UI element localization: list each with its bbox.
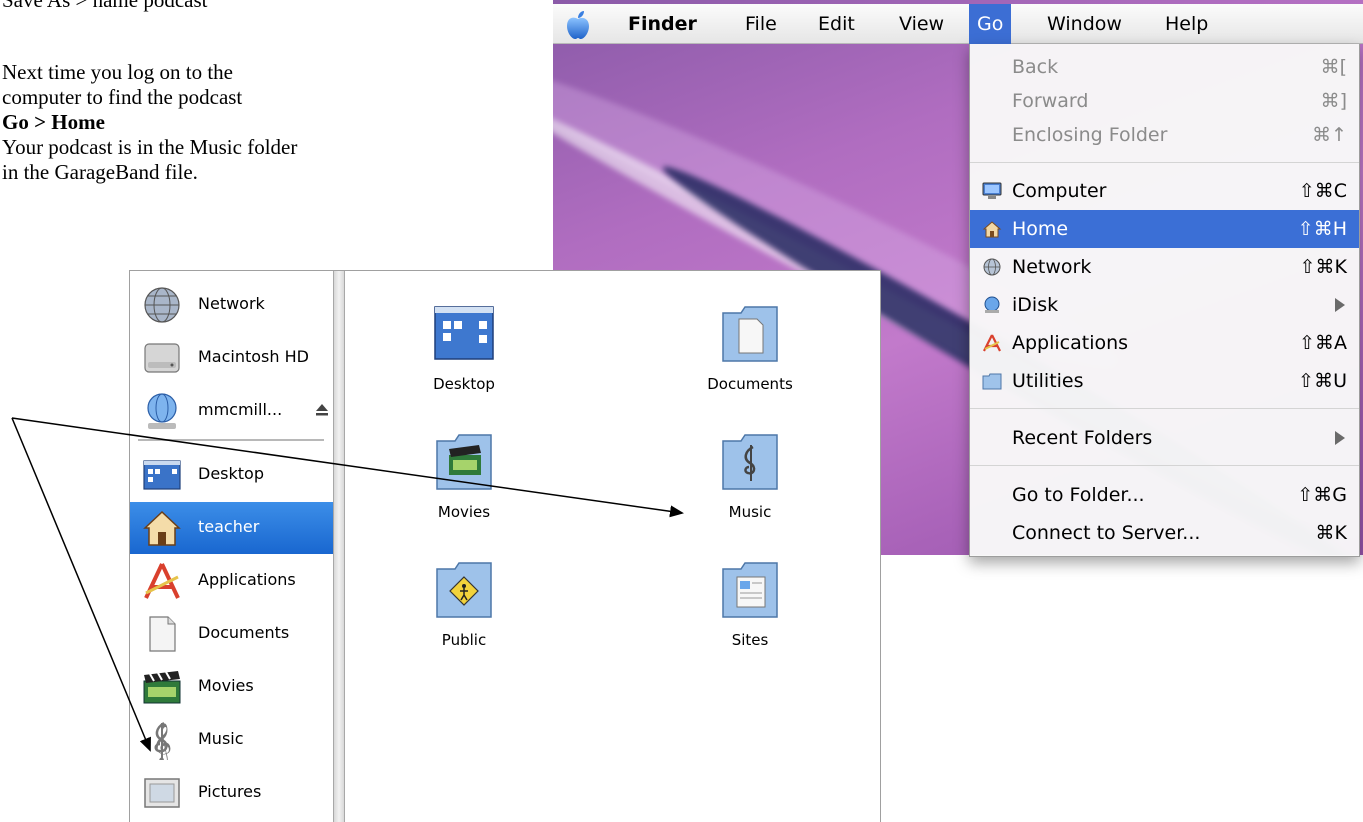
picture-frame-icon — [144, 778, 180, 808]
idisk-globe-icon — [147, 393, 177, 429]
go-menu: Back ⌘[ Forward ⌘] Enclosing Folder ⌘↑ C… — [969, 44, 1360, 557]
sidebar-item-movies[interactable]: Movies — [130, 661, 333, 713]
submenu-arrow-icon — [1335, 431, 1345, 445]
sidebar-item-applications[interactable]: Applications — [130, 555, 333, 607]
menu-finder[interactable]: Finder — [628, 4, 697, 44]
treble-clef-icon: 𝄞 — [152, 721, 172, 760]
go-menu-computer[interactable]: Computer ⇧⌘C — [970, 172, 1359, 210]
desktop-folder-icon — [434, 306, 494, 360]
instruction-line: Next time you log on to the — [2, 60, 233, 84]
network-globe-icon — [144, 287, 180, 323]
instruction-line: Your podcast is in the Music folder — [2, 135, 298, 159]
sidebar-item-network[interactable]: Network — [130, 279, 333, 331]
menu-go[interactable]: Go — [969, 4, 1012, 44]
go-menu-enclosing-folder[interactable]: Enclosing Folder ⌘↑ — [970, 116, 1359, 154]
public-folder-icon — [436, 562, 492, 618]
menu-file[interactable]: File — [745, 4, 777, 44]
go-menu-go-to-folder[interactable]: Go to Folder... ⇧⌘G — [970, 476, 1359, 514]
documents-folder-icon — [722, 306, 778, 362]
network-icon — [983, 258, 1001, 276]
applications-icon — [983, 334, 1001, 352]
finder-sidebar: Network Macintosh HD mmcmill... Desktop … — [130, 271, 345, 822]
folder-public[interactable]: Public — [384, 557, 544, 649]
submenu-arrow-icon — [1335, 298, 1345, 312]
go-menu-back[interactable]: Back ⌘[ — [970, 48, 1359, 86]
sidebar-item-music[interactable]: 𝄞 Music — [130, 714, 333, 766]
sidebar-item-teacher[interactable]: teacher — [130, 502, 333, 554]
folder-sites[interactable]: Sites — [670, 557, 830, 649]
go-menu-connect-to-server[interactable]: Connect to Server... ⌘K — [970, 514, 1359, 552]
folder-desktop[interactable]: Desktop — [384, 301, 544, 393]
shortcut: ⌘] — [1320, 90, 1347, 112]
idisk-icon — [984, 296, 1000, 313]
utilities-folder-icon — [982, 373, 1002, 390]
menu-separator — [970, 408, 1359, 409]
folder-movies[interactable]: Movies — [384, 429, 544, 521]
instruction-line: computer to find the podcast — [2, 85, 243, 109]
sidebar-item-idisk[interactable]: mmcmill... — [130, 385, 333, 437]
home-icon — [982, 221, 1002, 238]
computer-icon — [982, 182, 1002, 199]
shortcut: ⇧⌘C — [1298, 180, 1347, 202]
go-menu-utilities[interactable]: Utilities ⇧⌘U — [970, 362, 1359, 400]
folder-documents[interactable]: Documents — [670, 301, 830, 393]
go-menu-recent-folders[interactable]: Recent Folders — [970, 419, 1359, 457]
sidebar-divider — [138, 439, 324, 441]
shortcut: ⇧⌘U — [1298, 370, 1347, 392]
instruction-line-bold: Go > Home — [2, 110, 105, 134]
music-folder-icon — [722, 434, 778, 490]
desktop-icon — [143, 460, 181, 490]
shortcut: ⇧⌘K — [1299, 256, 1347, 278]
menu-separator — [970, 162, 1359, 163]
applications-icon — [144, 563, 180, 599]
go-menu-home[interactable]: Home ⇧⌘H — [970, 210, 1359, 248]
instruction-line: in the GarageBand file. — [2, 160, 198, 184]
sidebar-item-documents[interactable]: Documents — [130, 608, 333, 660]
movies-folder-icon — [436, 434, 492, 490]
go-menu-idisk[interactable]: iDisk — [970, 286, 1359, 324]
clapperboard-icon — [143, 671, 181, 704]
shortcut: ⇧⌘A — [1299, 332, 1347, 354]
go-menu-applications[interactable]: Applications ⇧⌘A — [970, 324, 1359, 362]
sidebar-item-desktop[interactable]: Desktop — [130, 449, 333, 501]
eject-icon[interactable] — [315, 403, 329, 417]
home-house-icon — [143, 510, 181, 546]
sidebar-splitter[interactable] — [333, 271, 345, 822]
shortcut: ⌘K — [1315, 522, 1347, 544]
folder-music[interactable]: Music — [670, 429, 830, 521]
shortcut: ⇧⌘G — [1297, 484, 1347, 506]
sidebar-item-macintosh-hd[interactable]: Macintosh HD — [130, 332, 333, 384]
sites-folder-icon — [722, 562, 778, 618]
instruction-paragraph: Next time you log on to the computer to … — [2, 60, 297, 185]
shortcut: ⌘↑ — [1312, 124, 1347, 146]
go-menu-forward[interactable]: Forward ⌘] — [970, 82, 1359, 120]
instruction-cut-line: Save As > name podcast — [2, 0, 208, 12]
sidebar-item-pictures[interactable]: Pictures — [130, 767, 333, 819]
menu-help[interactable]: Help — [1165, 4, 1208, 44]
document-icon — [149, 616, 176, 652]
shortcut: ⇧⌘H — [1297, 218, 1347, 240]
menu-edit[interactable]: Edit — [818, 4, 855, 44]
apple-icon[interactable] — [565, 10, 591, 40]
go-menu-network[interactable]: Network ⇧⌘K — [970, 248, 1359, 286]
shortcut: ⌘[ — [1320, 56, 1347, 78]
menu-separator — [970, 465, 1359, 466]
hard-drive-icon — [144, 343, 180, 373]
menu-window[interactable]: Window — [1047, 4, 1122, 44]
finder-window: Network Macintosh HD mmcmill... Desktop … — [129, 270, 881, 822]
menu-view[interactable]: View — [899, 4, 944, 44]
menu-bar: Finder File Edit View Go Window Help — [553, 4, 1363, 44]
